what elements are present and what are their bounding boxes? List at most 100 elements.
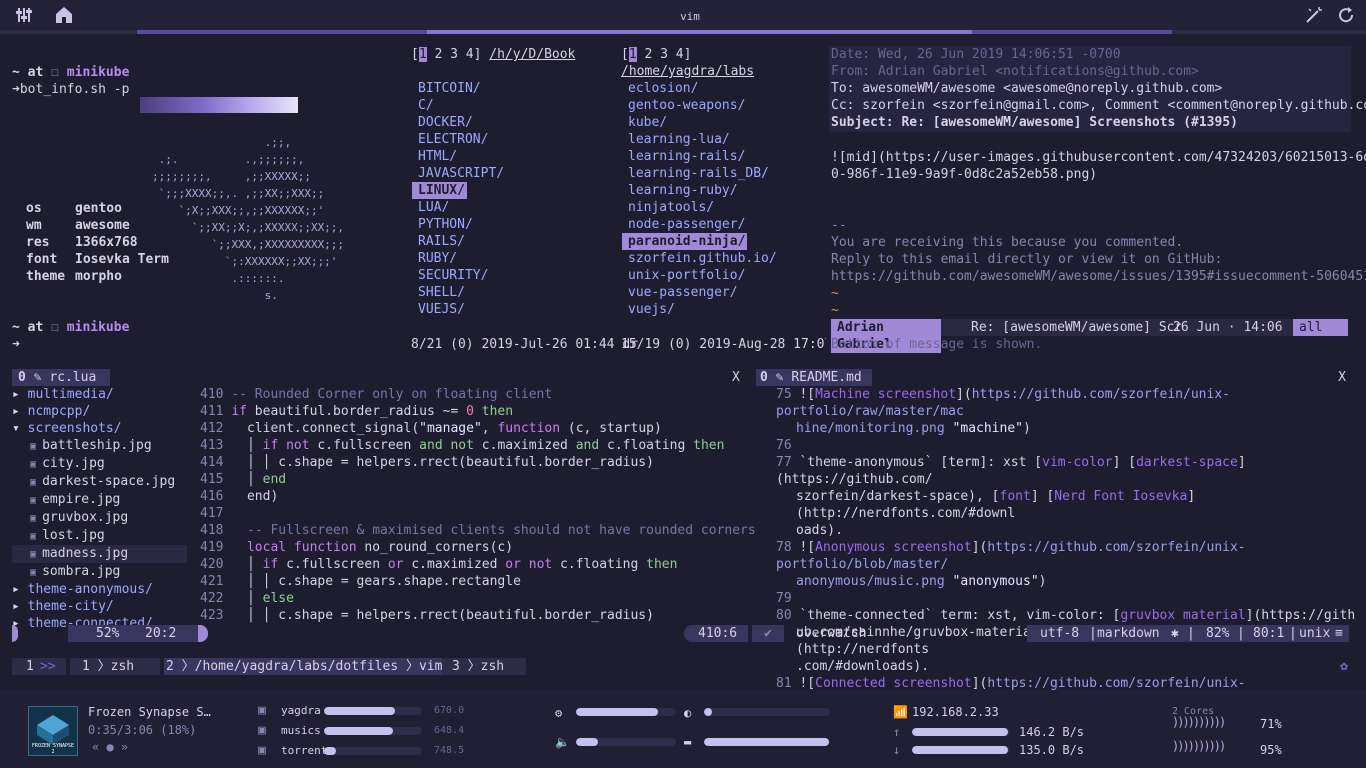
dir-item[interactable]: PYTHON/ <box>418 216 504 233</box>
dir-item[interactable]: ELECTRON/ <box>418 131 504 148</box>
dir-item[interactable]: paranoid-ninja/ <box>622 233 748 250</box>
dir-item[interactable]: szorfein.github.io/ <box>628 250 777 267</box>
ranger-tabs[interactable]: [1 2 3 4] /h/y/D/Book <box>411 46 616 63</box>
tree-item[interactable]: ▣ madness.jpg <box>12 545 187 563</box>
tree-item[interactable]: ▸ theme-city/ <box>12 598 187 615</box>
dir-item[interactable]: BITCOIN/ <box>418 80 504 97</box>
upload-bar <box>912 728 1010 736</box>
dir-item[interactable]: RUBY/ <box>418 250 504 267</box>
mail-cc: Cc: szorfein <szorfein@gmail.com>, Comme… <box>831 98 1366 113</box>
dir-item[interactable]: gentoo-weapons/ <box>628 97 777 114</box>
volume-slider[interactable] <box>576 738 676 746</box>
dir-item[interactable]: SECURITY/ <box>418 267 504 284</box>
dir-item[interactable]: learning-ruby/ <box>628 182 777 199</box>
tab-1[interactable]: 1 <box>628 47 637 62</box>
ranger-pane-labs[interactable]: [1 2 3 4] /home/yagdra/labs eclosion/gen… <box>621 46 826 356</box>
download-bar <box>912 746 1010 754</box>
file-tree[interactable]: 0 ✎ rc.lua ▸ multimedia/▸ ncmpcpp/▾ scre… <box>12 369 208 642</box>
mail-footer-link[interactable]: https://github.com/awesomeWM/awesome/iss… <box>831 268 1366 285</box>
dir-item[interactable]: LINUX/ <box>412 182 467 199</box>
close-button[interactable]: X <box>1338 369 1346 386</box>
dir-item[interactable]: kube/ <box>628 114 777 131</box>
info-row: os gentoo <box>26 200 169 217</box>
terminal-info[interactable]: ~ at ☐ minikube ➜bot_info.sh -p .;;, .;.… <box>12 64 402 354</box>
wand-icon[interactable] <box>1304 6 1324 26</box>
code-line: 418 -- Fullscreen & maximised clients sh… <box>200 523 756 538</box>
ranger-tabs[interactable]: [1 2 3 4] /home/yagdra/labs <box>621 46 826 80</box>
ranger-status: 15/19 (0) 2019-Aug-28 17:07 d <box>621 337 826 352</box>
mail-footer: You are receiving this because you comme… <box>831 235 1184 250</box>
tabs-rest[interactable]: 2 3 4] <box>434 47 481 62</box>
filetype: markdown <box>1097 626 1160 641</box>
tree-item[interactable]: ▾ screenshots/ <box>12 420 187 437</box>
window-path: /home/yagdra/labs/dotfiles <box>194 659 399 674</box>
arrow-icon: ➜ <box>12 337 20 352</box>
dir-item[interactable]: RAILS/ <box>418 233 504 250</box>
tree-item[interactable]: ▣ empire.jpg <box>12 491 187 509</box>
code-line: 420 │ if c.fullscreen or c.maximized or … <box>200 557 678 572</box>
tree-item[interactable]: ▣ darkest-space.jpg <box>12 473 187 491</box>
tree-item[interactable]: ▸ ncmpcpp/ <box>12 403 187 420</box>
dir-item[interactable]: learning-rails/ <box>628 148 777 165</box>
tree-position: 20:2 <box>145 626 177 641</box>
close-button[interactable]: X <box>732 369 740 386</box>
brightness-slider[interactable] <box>704 708 830 716</box>
tree-item[interactable]: ▣ sombra.jpg <box>12 563 187 581</box>
readme-header[interactable]: 0 ✎ README.md <box>756 369 872 386</box>
tmux-window-2[interactable]: 2 〉/home/yagdra/labs/dotfiles 〉vim <box>166 658 442 675</box>
cpu-slider[interactable] <box>576 708 676 716</box>
info-row: theme morpho <box>26 268 169 285</box>
tab-1[interactable]: 1 <box>418 47 427 62</box>
dir-item[interactable]: vue-passenger/ <box>628 284 777 301</box>
upload-icon: ↑ <box>893 725 901 739</box>
code-line: 410 -- Rounded Corner only on floating c… <box>200 387 553 402</box>
dir-item[interactable]: HTML/ <box>418 148 504 165</box>
refresh-icon[interactable] <box>1336 6 1356 26</box>
dir-item[interactable]: vuejs/ <box>628 301 777 318</box>
tree-item[interactable]: ▸ multimedia/ <box>12 386 187 403</box>
file-label: battleship.jpg <box>42 438 152 453</box>
workspace-indicator <box>0 30 1366 34</box>
window-index: 1 <box>82 659 90 674</box>
sliders-icon[interactable] <box>14 6 34 26</box>
dir-item[interactable]: SHELL/ <box>418 284 504 301</box>
dir-item[interactable]: VUEJS/ <box>418 301 504 318</box>
system-info: os gentoo wm awesome res 1366x768 font Iosevka … <box>26 200 169 285</box>
tree-item[interactable]: ▣ lost.jpg <box>12 527 187 545</box>
tilde: ~ <box>831 303 839 318</box>
dir-item[interactable]: eclosion/ <box>628 80 777 97</box>
tabs-rest[interactable]: 2 3 4] <box>644 47 691 62</box>
tree-header[interactable]: 0 ✎ rc.lua <box>12 369 110 386</box>
tree-item[interactable]: ▸ theme-anonymous/ <box>12 581 187 598</box>
dir-item[interactable]: LUA/ <box>418 199 504 216</box>
ranger-pane-books[interactable]: [1 2 3 4] /h/y/D/Book BITCOIN/C/DOCKER/E… <box>411 46 638 356</box>
code-line: 417 <box>200 506 224 521</box>
prompt: ~ at <box>12 320 44 335</box>
tmux-window-1[interactable]: 1 〉zsh <box>82 658 134 675</box>
ram-slider[interactable] <box>704 738 830 746</box>
tree-item[interactable]: ▣ city.jpg <box>12 455 187 473</box>
dir-item[interactable]: ninjatools/ <box>628 199 777 216</box>
dir-item[interactable]: DOCKER/ <box>418 114 504 131</box>
dir-item[interactable]: node-passenger/ <box>628 216 777 233</box>
image-icon: ▣ <box>12 531 43 542</box>
tree-item[interactable]: ▣ gruvbox.jpg <box>12 509 187 527</box>
dir-item[interactable]: unix-portfolio/ <box>628 267 777 284</box>
disk-bar <box>324 747 422 755</box>
player-controls[interactable]: « ● » <box>92 739 128 756</box>
code-editor[interactable]: 410 -- Rounded Corner only on floating c… <box>200 386 756 641</box>
core1-usage: 71% <box>1260 717 1282 731</box>
tree-statusbar: 52% 20:2 <box>12 625 208 642</box>
image-icon: ▣ <box>12 513 43 524</box>
tmux-window-3[interactable]: 3 〉zsh <box>452 658 504 675</box>
bottom-bar: FROZEN SYNAPSE 2 Frozen Synapse S… 0:35/… <box>0 690 1366 768</box>
dir-item[interactable]: C/ <box>418 97 504 114</box>
mail-pane[interactable]: Date: Wed, 26 Jun 2019 14:06:51 -0700 Fr… <box>829 46 1366 356</box>
ip-address: 192.168.2.33 <box>912 705 999 719</box>
home-icon[interactable] <box>54 6 74 26</box>
dir-item[interactable]: learning-rails_DB/ <box>628 165 777 182</box>
readme-pane[interactable]: 0 ✎ README.md X 75 ![Machine screenshot]… <box>756 369 1355 725</box>
tree-item[interactable]: ▣ battleship.jpg <box>12 437 187 455</box>
dir-item[interactable]: JAVASCRIPT/ <box>418 165 504 182</box>
dir-item[interactable]: learning-lua/ <box>628 131 777 148</box>
